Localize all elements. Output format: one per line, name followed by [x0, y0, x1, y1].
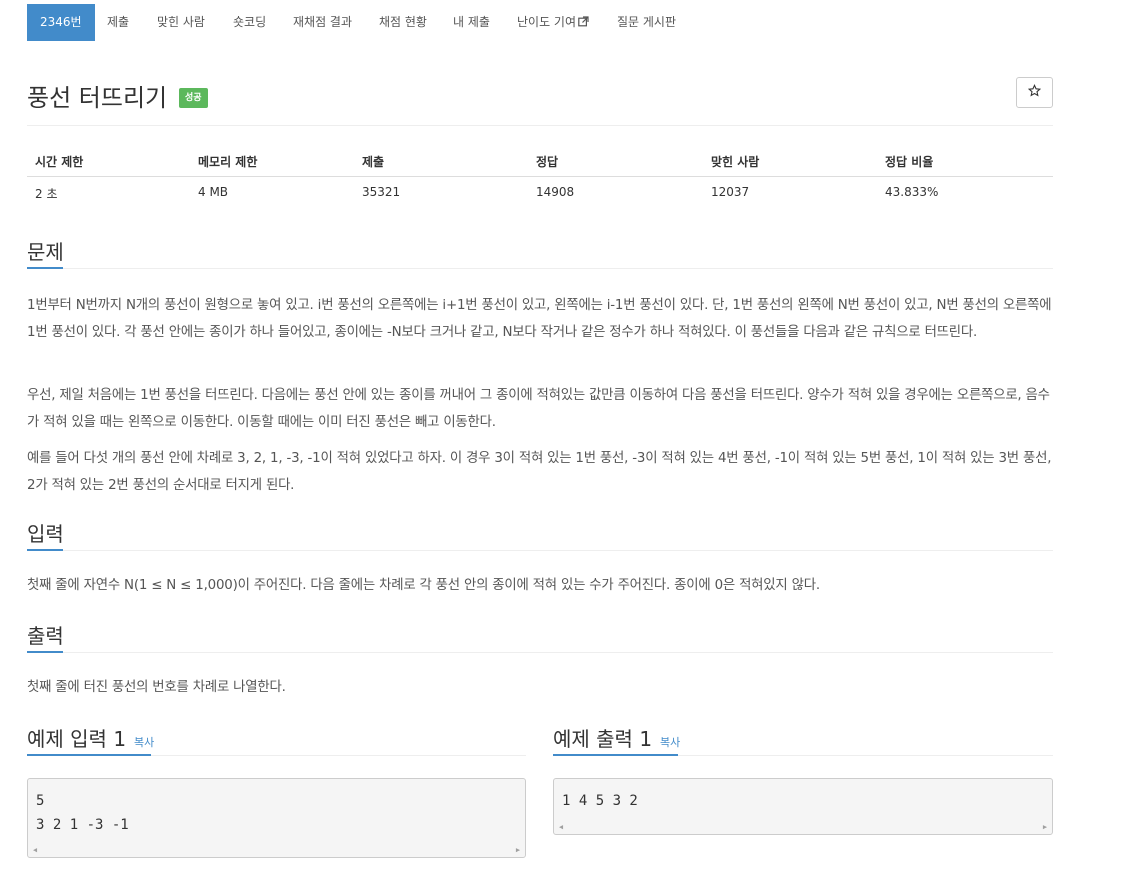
- tab-solved-users[interactable]: 맞힌 사람: [157, 4, 205, 41]
- section-title-output: 출력: [27, 624, 64, 648]
- sample-output-title: 예제 출력 1: [553, 727, 653, 751]
- external-link-icon: [578, 5, 589, 42]
- description-paragraph: 우선, 제일 처음에는 1번 풍선을 터뜨린다. 다음에는 풍선 안에 있는 종…: [27, 388, 1050, 430]
- table-header-accepted: 정답: [536, 155, 559, 169]
- copy-sample-output-button[interactable]: 복사: [660, 736, 680, 749]
- table-header-divider: [27, 176, 1053, 177]
- problem-menu: 2346번 제출 맞힌 사람 숏코딩 재채점 결과 채점 현황 내 제출 난이도…: [27, 4, 1053, 41]
- sample-output-content: 1 4 5 3 2: [562, 793, 638, 809]
- table-header-solved-users: 맞힌 사람: [711, 155, 760, 169]
- table-cell-solved-users: 12037: [711, 185, 750, 199]
- section-title-description: 문제: [27, 240, 64, 264]
- status-badge: 성공: [179, 88, 208, 108]
- tab-rejudge-results[interactable]: 재채점 결과: [293, 4, 352, 41]
- section-divider: [27, 652, 1053, 653]
- section-underline: [553, 754, 678, 756]
- tab-difficulty-contribution-label: 난이도 기여: [517, 15, 577, 29]
- scroll-left-icon[interactable]: ◀: [554, 820, 568, 834]
- input-description: 첫째 줄에 자연수 N(1 ≤ N ≤ 1,000)이 주어진다. 다음 줄에는…: [27, 578, 820, 593]
- section-underline: [27, 754, 151, 756]
- sample-output-heading: 예제 출력 1 복사: [553, 723, 680, 752]
- table-cell-time-limit: 2 초: [35, 187, 58, 201]
- scroll-right-icon[interactable]: ▶: [1038, 820, 1052, 834]
- tab-difficulty-contribution[interactable]: 난이도 기여: [517, 4, 589, 41]
- table-cell-memory-limit: 4 MB: [198, 185, 229, 199]
- sample-input-heading: 예제 입력 1 복사: [27, 723, 154, 752]
- horizontal-scrollbar[interactable]: ◀ ▶: [28, 843, 525, 857]
- title-divider: [27, 125, 1053, 126]
- tab-question-board[interactable]: 질문 게시판: [617, 4, 676, 41]
- sample-output-box[interactable]: 1 4 5 3 2 ◀ ▶: [553, 778, 1053, 835]
- section-divider: [27, 550, 1053, 551]
- section-underline: [27, 651, 63, 653]
- page-title: 풍선 터뜨리기: [27, 84, 168, 112]
- tab-short-coding[interactable]: 숏코딩: [233, 4, 266, 41]
- sample-input-content: 5 3 2 1 -3 -1: [36, 793, 129, 833]
- section-underline: [27, 549, 63, 551]
- output-description: 첫째 줄에 터진 풍선의 번호를 차례로 나열한다.: [27, 680, 286, 695]
- scroll-right-icon[interactable]: ▶: [511, 843, 525, 857]
- table-header-accept-ratio: 정답 비율: [885, 155, 934, 169]
- section-title-input: 입력: [27, 522, 64, 546]
- copy-sample-input-button[interactable]: 복사: [134, 736, 154, 749]
- section-underline: [27, 267, 63, 269]
- tab-my-submissions[interactable]: 내 제출: [453, 4, 490, 41]
- tab-submit[interactable]: 제출: [107, 4, 129, 41]
- description-paragraph: 예를 들어 다섯 개의 풍선 안에 차례로 3, 2, 1, -3, -1이 적…: [27, 451, 1052, 493]
- table-cell-accept-ratio: 43.833%: [885, 185, 939, 199]
- table-cell-accepted: 14908: [536, 185, 575, 199]
- sample-input-box[interactable]: 5 3 2 1 -3 -1 ◀ ▶: [27, 778, 526, 858]
- scroll-left-icon[interactable]: ◀: [28, 843, 42, 857]
- horizontal-scrollbar[interactable]: ◀ ▶: [554, 820, 1052, 834]
- table-header-time-limit: 시간 제한: [35, 155, 84, 169]
- table-header-submissions: 제출: [362, 155, 385, 169]
- table-header-memory-limit: 메모리 제한: [198, 155, 258, 169]
- section-divider: [27, 268, 1053, 269]
- sample-input-title: 예제 입력 1: [27, 727, 127, 751]
- table-cell-submissions: 35321: [362, 185, 401, 199]
- star-button[interactable]: [1016, 77, 1053, 108]
- description-paragraph: 1번부터 N번까지 N개의 풍선이 원형으로 놓여 있고. i번 풍선의 오른쪽…: [27, 298, 1052, 340]
- tab-problem[interactable]: 2346번: [27, 4, 95, 41]
- tab-judge-status[interactable]: 채점 현황: [379, 4, 427, 41]
- star-icon: [1027, 84, 1042, 100]
